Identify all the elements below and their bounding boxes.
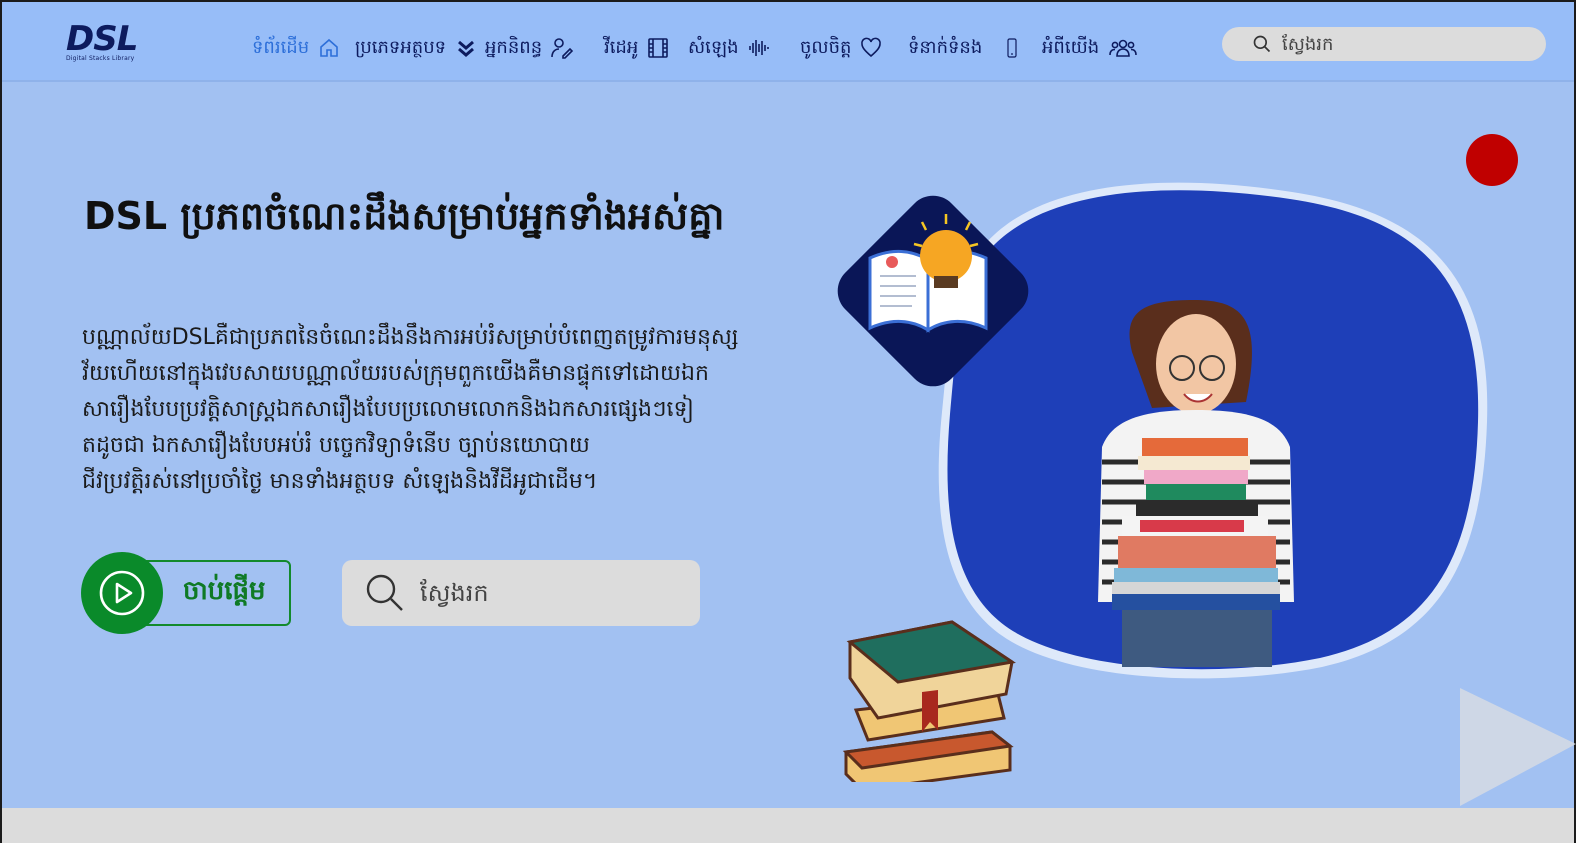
hero-title: DSL ប្រភពចំណេះដឹងសម្រាប់អ្នកទាំងអស់គ្នា	[84, 194, 725, 238]
chevron-double-down-icon	[458, 40, 475, 57]
nav-item-categories[interactable]: ប្រភេទអត្ថបទ	[355, 30, 478, 66]
nav-label: វីដេអូ	[604, 36, 639, 58]
home-icon	[320, 38, 338, 57]
search-icon	[1253, 35, 1271, 53]
hero-description-line: តដូចជា ឯកសារឿងបែបអប់រំ បច្ចេកវិទ្យាទំនើប…	[82, 433, 590, 458]
nav-label: ទំនាក់ទំនង	[908, 36, 983, 58]
pen-user-icon	[551, 38, 574, 59]
nav-label: អំពីយើង	[1042, 36, 1100, 58]
start-button-circle	[81, 552, 163, 634]
logo-text: DSL	[66, 19, 138, 59]
start-button-label: ចាប់ផ្ដើម	[183, 576, 266, 606]
nav-search-input[interactable]	[1282, 33, 1522, 55]
nav-item-videos[interactable]: វីដេអូ	[604, 30, 670, 66]
play-triangle-icon[interactable]	[1458, 686, 1576, 808]
hero-description-line: បណ្ណាល័យDSLគឺជាប្រភពនៃចំណេះដឹងនឹងការអប់រ…	[82, 325, 739, 350]
heart-icon	[861, 37, 882, 58]
nav-label: សំឡេង	[688, 36, 739, 58]
nav-label: ទំព័រដើម	[252, 36, 310, 58]
hero-description-line: ជីវប្រវត្តិរស់នៅប្រចាំថ្ងៃ មានទាំងអត្ថបទ…	[82, 469, 598, 494]
nav-item-audio[interactable]: សំឡេង	[688, 30, 771, 66]
logo-subtitle: Digital Stacks Library	[66, 55, 135, 62]
nav-label: ចូលចិត្ត	[800, 36, 852, 58]
users-icon	[1109, 39, 1137, 57]
phone-icon	[1007, 38, 1017, 58]
nav-item-favorites[interactable]: ចូលចិត្ត	[800, 30, 883, 66]
nav-label: អ្នកនិពន្ធ	[485, 36, 543, 58]
audio-wave-icon	[748, 40, 769, 56]
hero-search-bar[interactable]	[342, 560, 700, 626]
nav-item-authors[interactable]: អ្នកនិពន្ធ	[485, 30, 574, 66]
hero-description-line: វ័យហើយនៅក្នុងវេបសាយបណ្ណាល័យរបស់ក្រុមពួកយ…	[82, 361, 709, 386]
footer-band	[2, 808, 1574, 843]
nav-search-bar[interactable]	[1222, 27, 1546, 61]
hero-search-input[interactable]	[420, 579, 670, 607]
play-circle-icon	[99, 570, 145, 616]
search-icon	[366, 574, 403, 611]
dsl-logo[interactable]: DSL Digital Stacks Library	[66, 22, 138, 64]
hero-description: បណ្ណាល័យDSLគឺជាប្រភពនៃចំណេះដឹងនឹងការអប់រ…	[82, 320, 752, 500]
hero-illustration	[837, 182, 1488, 782]
start-button[interactable]: ចាប់ផ្ដើម	[81, 552, 291, 634]
nav-item-about[interactable]: អំពីយើង	[1042, 30, 1139, 66]
stacked-books	[842, 620, 1016, 782]
hero-description-line: សារឿងបែបប្រវត្តិសាស្រ្តឯកសារឿងបែបប្រលោមល…	[82, 397, 694, 422]
nav-item-home[interactable]: ទំព័រដើម	[252, 30, 341, 66]
nav-item-contact[interactable]: ទំនាក់ទំនង	[908, 30, 1024, 66]
nav-label: ប្រភេទអត្ថបទ	[355, 36, 447, 58]
film-icon	[648, 38, 669, 58]
top-navbar: DSL Digital Stacks Library ទំព័រដើម ប្រភ…	[2, 2, 1574, 82]
